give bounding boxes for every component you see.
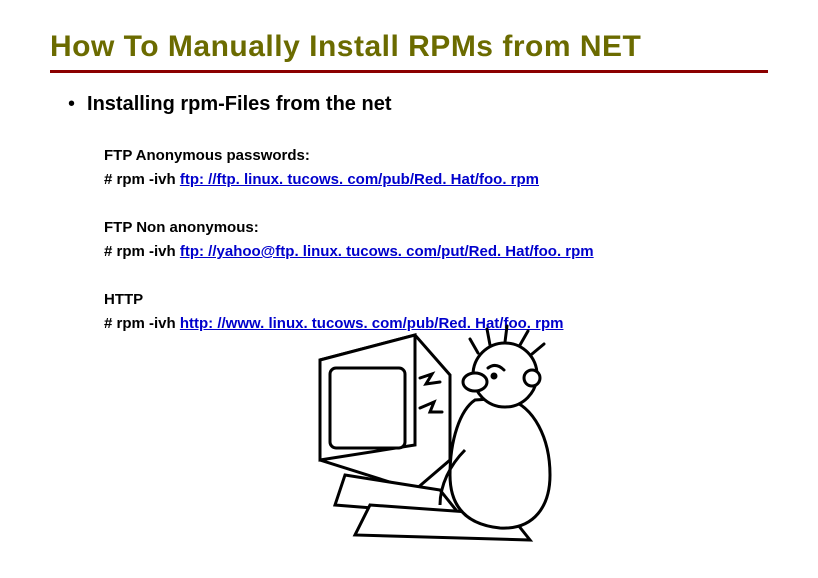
section-ftp-nonanon: FTP Non anonymous: # rpm -ivh ftp: //yah… (104, 216, 768, 264)
ftp-nonanon-url[interactable]: ftp: //yahoo@ftp. linux. tucows. com/put… (180, 243, 594, 260)
bullet-text: Installing rpm-Files from the net (87, 93, 391, 116)
section-ftp-anon: FTP Anonymous passwords: # rpm -ivh ftp:… (104, 144, 768, 192)
title-underline (50, 70, 768, 73)
command-prefix: # rpm -ivh (104, 315, 180, 332)
command-prefix: # rpm -ivh (104, 243, 180, 260)
ftp-anon-url[interactable]: ftp: //ftp. linux. tucows. com/pub/Red. … (180, 171, 539, 188)
bullet-dot: • (68, 93, 75, 115)
slide-title: How To Manually Install RPMs from NET (50, 30, 768, 64)
section-label: FTP Non anonymous: (104, 216, 768, 240)
cartoon-illustration (300, 290, 560, 550)
bullet-item: • Installing rpm-Files from the net (68, 93, 768, 116)
command-prefix: # rpm -ivh (104, 171, 180, 188)
section-label: FTP Anonymous passwords: (104, 144, 768, 168)
